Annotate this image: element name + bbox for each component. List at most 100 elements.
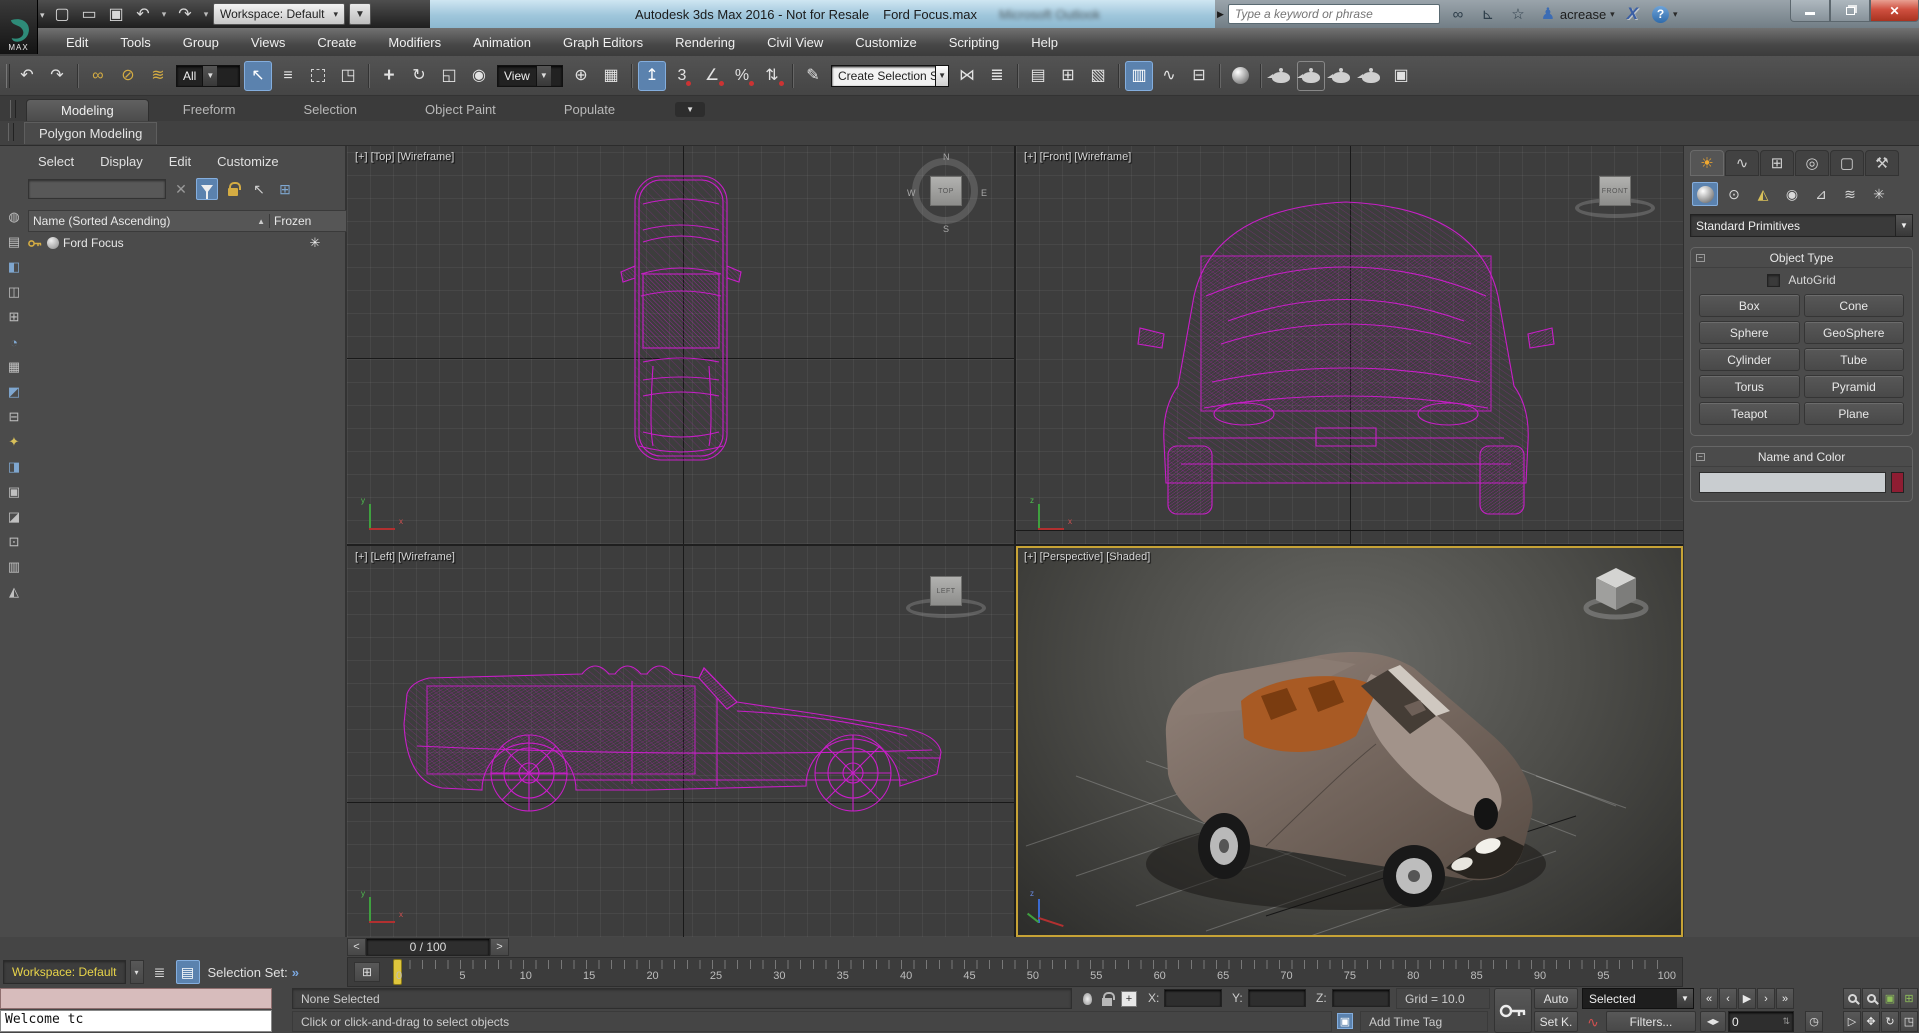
explorer-menu-item[interactable]: Edit (159, 152, 201, 171)
object-type-button[interactable]: Teapot (1699, 402, 1800, 425)
panel-tab-create[interactable]: ☀ (1690, 150, 1724, 176)
zoom-button[interactable] (1843, 988, 1861, 1009)
explorer-menu-item[interactable]: Select (28, 152, 84, 171)
edit-named-selections-button[interactable]: ✎ (799, 61, 827, 91)
panel-tab-motion[interactable]: ◎ (1795, 150, 1829, 176)
render-setup-button[interactable] (1267, 61, 1295, 91)
named-selection-set-dropdown[interactable]: Create Selection Se ▼ (831, 65, 949, 87)
iterative-render-button[interactable] (1357, 61, 1385, 91)
rollout-header[interactable]: − Object Type (1691, 248, 1912, 268)
viewport-perspective[interactable]: [+] [Perspective] [Shaded] z (1016, 546, 1683, 937)
schematic-view-button[interactable]: ⊟ (1185, 61, 1213, 91)
viewport-front[interactable]: [+] [Front] [Wireframe] FRONT z x (1016, 146, 1683, 544)
expand-chevrons-icon[interactable]: » (292, 965, 299, 980)
search-input[interactable] (1228, 4, 1440, 24)
menu-item[interactable]: Scripting (935, 31, 1014, 54)
scene-explorer-toggle[interactable]: ▥ (1125, 61, 1153, 91)
explorer-menu-item[interactable]: Display (90, 152, 153, 171)
viewport-label[interactable]: [+] [Top] [Wireframe] (355, 151, 454, 163)
maximize-viewport-button[interactable]: ◳ (1900, 1011, 1918, 1032)
time-tag-icon[interactable]: ▣ (1336, 1012, 1354, 1030)
ribbon-tab-freeform[interactable]: Freeform (149, 99, 270, 121)
explorer-tool-button[interactable]: ✦ (5, 433, 24, 451)
panel-tab-display[interactable]: ▢ (1830, 150, 1864, 176)
snap-toggle-button[interactable]: ↥ (638, 61, 666, 91)
autogrid-checkbox[interactable] (1767, 274, 1780, 287)
collapse-icon[interactable]: − (1696, 254, 1705, 262)
key-mode-button[interactable]: ◀▶ (1700, 1011, 1726, 1032)
select-object-button[interactable]: ↖ (244, 61, 272, 91)
explorer-tool-button[interactable]: ◔ (5, 333, 24, 351)
lock-icon[interactable] (222, 178, 244, 200)
use-center-flyout[interactable]: ◉ (465, 61, 493, 91)
scene-explorer-icon[interactable]: ▤ (176, 960, 200, 984)
object-color-swatch[interactable] (1891, 472, 1904, 493)
bind-spacewarp-button[interactable]: ≋ (144, 61, 172, 91)
maxscript-listener-input[interactable]: Welcome tc (0, 1010, 272, 1032)
username-label[interactable]: acrease (1560, 7, 1606, 22)
panel-tab-hierarchy[interactable]: ⊞ (1760, 150, 1794, 176)
mini-track-icon[interactable]: ⊞ (354, 962, 380, 982)
rollout-header[interactable]: − Name and Color (1691, 447, 1912, 467)
zoom-all-button[interactable] (1862, 988, 1880, 1009)
snap-3d-button[interactable]: 3 (668, 61, 696, 91)
explorer-tool-button[interactable]: ▥ (5, 558, 24, 576)
isolate-lamp-icon[interactable] (1078, 990, 1096, 1008)
select-by-name-button[interactable]: ≡ (274, 61, 302, 91)
key-filters-curve-icon[interactable]: ∿ (1584, 1013, 1602, 1031)
selection-lock-icon[interactable] (1098, 990, 1116, 1008)
object-type-button[interactable]: Box (1699, 294, 1800, 317)
panel-tab-utilities[interactable]: ⚒ (1865, 150, 1899, 176)
explorer-tool-button[interactable]: ◫ (5, 283, 24, 301)
align-button[interactable]: ≣ (983, 61, 1011, 91)
viewport-top[interactable]: [+] [Top] [Wireframe] N E S W TOP y x (347, 146, 1014, 544)
filters-button[interactable]: Filters... (1606, 1011, 1696, 1032)
prev-frame-button[interactable]: ‹ (1719, 988, 1737, 1009)
separator[interactable] (1215, 61, 1224, 91)
restore-button[interactable] (1830, 0, 1870, 22)
menu-item[interactable]: Customize (841, 31, 930, 54)
curve-editor-button[interactable]: ∿ (1155, 61, 1183, 91)
capture-button[interactable]: ▣ (1387, 61, 1415, 91)
layers-icon[interactable]: ≣ (148, 960, 172, 984)
object-type-button[interactable]: Tube (1804, 348, 1905, 371)
close-button[interactable]: ✕ (1870, 0, 1919, 22)
object-type-button[interactable]: Torus (1699, 375, 1800, 398)
viewport-label[interactable]: [+] [Left] [Wireframe] (355, 551, 455, 563)
frame-forward-button[interactable]: > (490, 938, 509, 956)
menu-item[interactable]: Group (169, 31, 233, 54)
menu-item[interactable]: Create (303, 31, 370, 54)
max-logo[interactable]: MAX (0, 0, 38, 54)
primitive-category-dropdown[interactable]: Standard Primitives ▼ (1690, 214, 1913, 237)
separator[interactable] (364, 61, 373, 91)
subtab-shapes[interactable]: ⊙ (1721, 182, 1747, 206)
viewcube[interactable]: N E S W TOP (910, 156, 984, 230)
toolbar-grip[interactable] (4, 61, 11, 91)
workspace-selector-arrow[interactable]: ▾ (130, 960, 144, 984)
subtab-geometry[interactable] (1692, 182, 1718, 206)
ribbon-tab-modeling[interactable]: Modeling (26, 99, 149, 121)
ribbon-grip[interactable] (8, 123, 14, 141)
name-column-header[interactable]: Name (Sorted Ascending) ▲ (29, 214, 269, 228)
user-icon[interactable]: ♟ (1538, 4, 1558, 24)
zoom-extents-button[interactable]: ▣ (1881, 988, 1899, 1009)
key-selection-dropdown[interactable]: Selected ▼ (1582, 988, 1694, 1009)
menu-item[interactable]: Graph Editors (549, 31, 657, 54)
workspace-menu-button[interactable]: ▼ (349, 3, 371, 25)
ribbon-overflow-button[interactable]: ▼ (675, 102, 705, 117)
explorer-tool-button[interactable]: ◨ (5, 458, 24, 476)
ribbon-toggle-button[interactable]: ▧ (1084, 61, 1112, 91)
rect-selection-button[interactable] (304, 61, 332, 91)
collapse-icon[interactable]: − (1696, 453, 1705, 461)
auto-key-button[interactable]: Auto (1534, 988, 1578, 1009)
explorer-tool-button[interactable]: ◩ (5, 383, 24, 401)
menu-item[interactable]: Civil View (753, 31, 837, 54)
x-coordinate-field[interactable] (1164, 989, 1222, 1007)
redo-icon[interactable]: ↷ (43, 61, 71, 91)
select-link-button[interactable]: ∞ (84, 61, 112, 91)
percent-snap-button[interactable]: % (728, 61, 756, 91)
pan-button[interactable]: ✥ (1862, 1011, 1880, 1032)
set-key-button[interactable]: Set K. (1534, 1011, 1578, 1032)
orbit-button[interactable]: ↻ (1881, 1011, 1899, 1032)
pick-parent-icon[interactable]: ↖ (248, 178, 270, 200)
